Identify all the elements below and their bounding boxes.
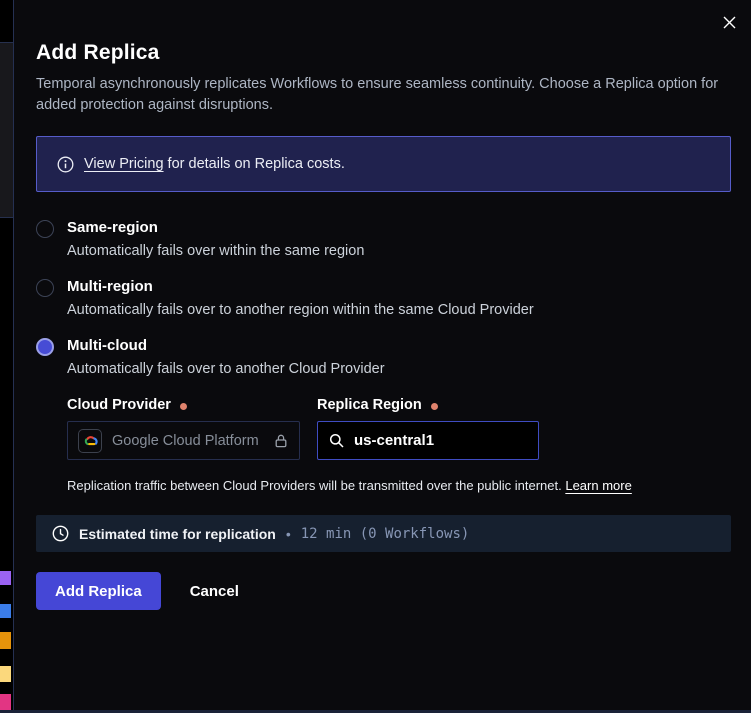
learn-more-link[interactable]: Learn more [565, 478, 631, 493]
estimate-separator: • [286, 526, 291, 542]
view-pricing-link[interactable]: View Pricing [84, 156, 164, 172]
radio-multi-cloud[interactable] [36, 338, 54, 356]
cloud-provider-select[interactable]: Google Cloud Platform [67, 421, 300, 460]
pricing-banner-suffix: for details on Replica costs. [164, 156, 345, 172]
search-icon [329, 433, 345, 449]
modal-actions: Add Replica Cancel [36, 572, 731, 610]
option-same-region: Same-region Automatically fails over wit… [36, 219, 731, 259]
radio-multi-region[interactable] [36, 279, 54, 297]
lock-icon [273, 433, 289, 449]
cloud-provider-value: Google Cloud Platform [112, 433, 263, 449]
color-stripe [0, 571, 11, 585]
replica-region-field-group: Replica Region [317, 397, 539, 460]
option-multi-cloud: Multi-cloud Automatically fails over to … [36, 337, 731, 493]
option-description: Automatically fails over to another Clou… [67, 361, 731, 377]
estimate-banner: Estimated time for replication • 12 min … [36, 515, 731, 552]
option-multi-region: Multi-region Automatically fails over to… [36, 278, 731, 318]
option-label[interactable]: Multi-cloud [67, 337, 731, 354]
color-stripe [0, 666, 11, 682]
background-panel [0, 42, 13, 218]
clock-icon [52, 525, 69, 542]
option-description: Automatically fails over to another regi… [67, 302, 731, 318]
option-label[interactable]: Multi-region [67, 278, 731, 295]
required-dot [431, 403, 438, 410]
estimate-label: Estimated time for replication [79, 526, 276, 542]
field-label-text: Cloud Provider [67, 397, 171, 413]
replica-region-label: Replica Region [317, 397, 539, 413]
cloud-provider-field-group: Cloud Provider [67, 397, 300, 460]
background-page-edge [0, 0, 14, 713]
cloud-provider-label: Cloud Provider [67, 397, 300, 413]
modal-description: Temporal asynchronously replicates Workf… [36, 74, 731, 116]
replica-region-input-wrap [317, 421, 539, 460]
info-icon [57, 156, 74, 173]
option-label[interactable]: Same-region [67, 219, 731, 236]
replica-region-input[interactable] [354, 432, 527, 449]
multi-cloud-form: Cloud Provider [67, 397, 731, 460]
note-text: Replication traffic between Cloud Provid… [67, 478, 565, 493]
close-icon [722, 15, 737, 30]
color-stripe [0, 632, 11, 649]
required-dot [180, 403, 187, 410]
modal-title: Add Replica [36, 0, 731, 65]
close-button[interactable] [715, 8, 743, 36]
google-cloud-icon [78, 429, 102, 453]
field-label-text: Replica Region [317, 397, 422, 413]
pricing-banner-text: View Pricing for details on Replica cost… [84, 156, 345, 172]
option-description: Automatically fails over within the same… [67, 243, 731, 259]
public-internet-note: Replication traffic between Cloud Provid… [67, 478, 731, 493]
replica-options: Same-region Automatically fails over wit… [36, 219, 731, 493]
estimate-value: 12 min (0 Workflows) [301, 526, 470, 542]
add-replica-button[interactable]: Add Replica [36, 572, 161, 610]
cancel-button[interactable]: Cancel [190, 583, 239, 600]
radio-same-region[interactable] [36, 220, 54, 238]
add-replica-modal: Add Replica Temporal asynchronously repl… [14, 0, 751, 710]
pricing-info-banner: View Pricing for details on Replica cost… [36, 136, 731, 192]
color-stripe [0, 604, 11, 618]
